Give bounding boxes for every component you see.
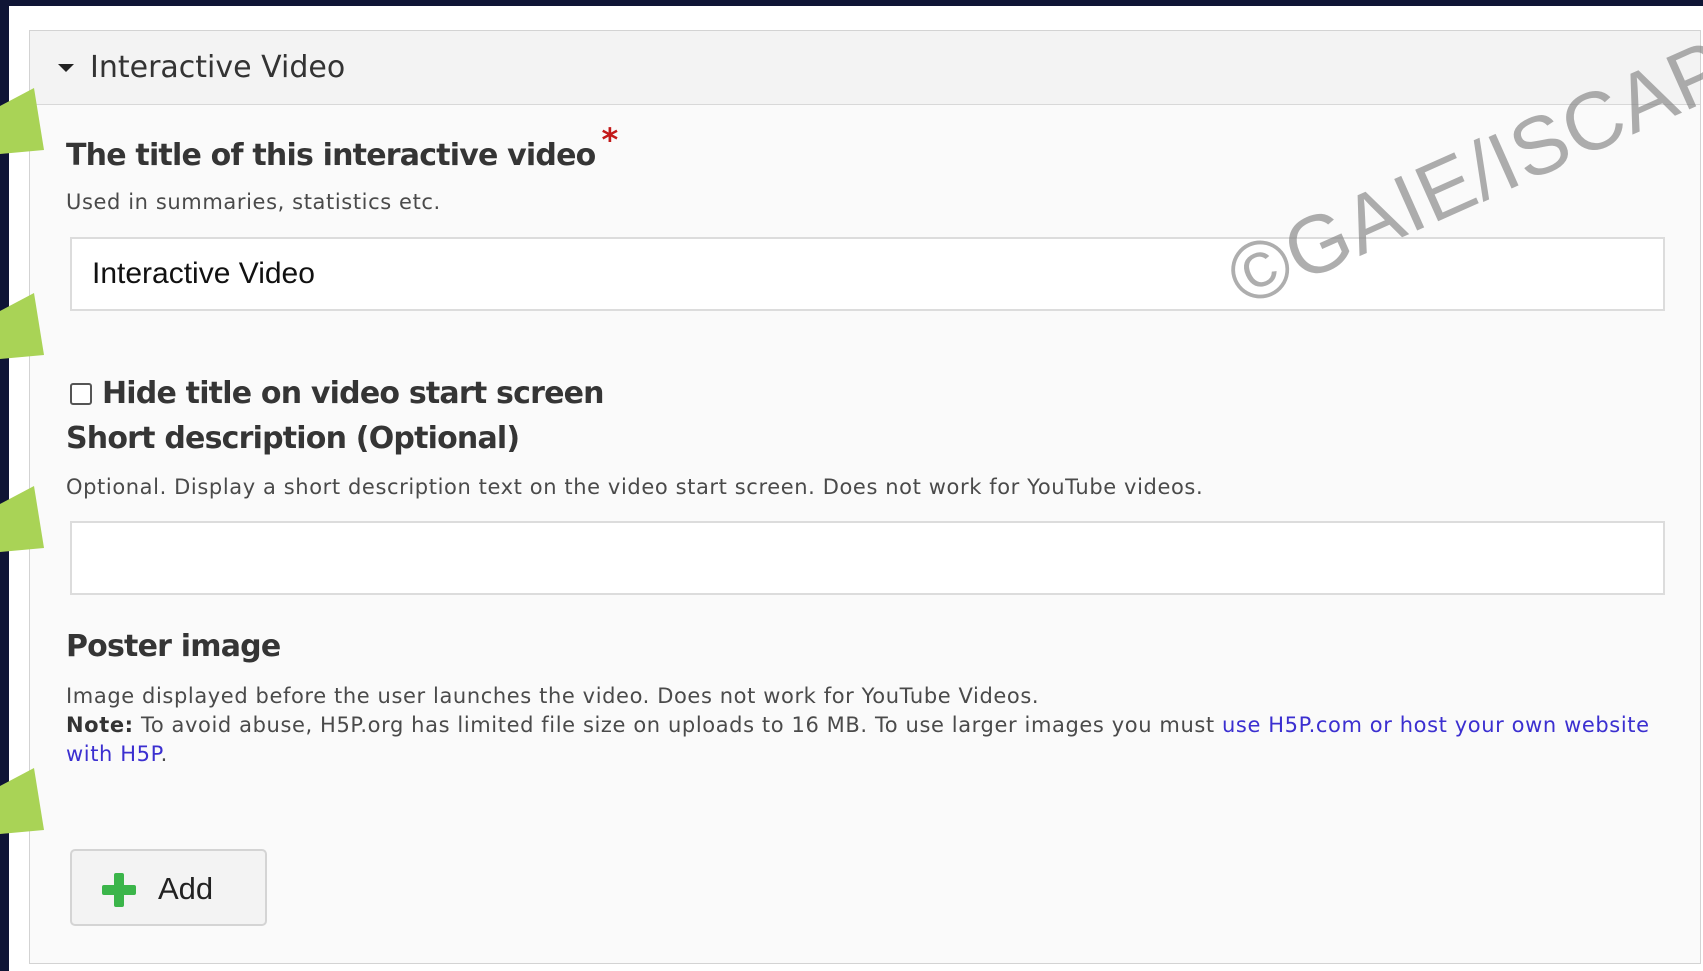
pointer-arrow-icon	[0, 88, 44, 154]
add-button-label: Add	[158, 871, 214, 906]
short-description-input-wrapper	[70, 521, 1665, 595]
title-field-label: The title of this interactive video *	[66, 121, 618, 175]
pointer-arrow-icon	[0, 768, 44, 834]
short-description-help: Optional. Display a short description te…	[66, 475, 1204, 499]
panel-title: Interactive Video	[90, 50, 346, 85]
required-mark: *	[601, 121, 618, 159]
add-poster-image-button[interactable]: Add	[70, 849, 267, 926]
note-label: Note:	[66, 713, 134, 737]
note-end: .	[160, 742, 168, 766]
note-text: To avoid abuse, H5P.org has limited file…	[133, 713, 1223, 737]
panel-header[interactable]: Interactive Video	[30, 31, 1700, 105]
short-description-input[interactable]	[72, 523, 1663, 593]
poster-image-label: Poster image	[66, 629, 281, 664]
caret-down-icon[interactable]	[58, 64, 74, 72]
poster-image-help: Image displayed before the user launches…	[66, 682, 1666, 769]
title-input[interactable]	[72, 239, 1663, 309]
pointer-arrow-icon	[0, 486, 44, 552]
poster-image-note: Note: To avoid abuse, H5P.org has limite…	[66, 711, 1666, 769]
poster-image-description: Image displayed before the user launches…	[66, 684, 1040, 708]
hide-title-label[interactable]: Hide title on video start screen	[102, 375, 605, 413]
hide-title-checkbox[interactable]	[70, 383, 92, 405]
title-field-label-text: The title of this interactive video	[66, 138, 596, 173]
plus-icon	[102, 873, 136, 907]
title-field-description: Used in summaries, statistics etc.	[66, 190, 441, 214]
pointer-arrow-icon	[0, 293, 44, 359]
short-description-label: Short description (Optional)	[66, 421, 520, 456]
editor-frame: Interactive Video The title of this inte…	[9, 6, 1703, 971]
